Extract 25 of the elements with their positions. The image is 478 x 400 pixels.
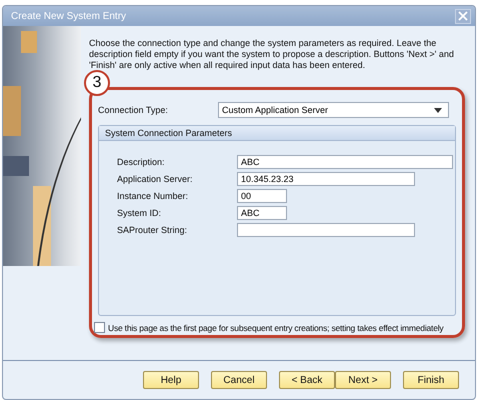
field-label: System ID: (117, 208, 162, 218)
connection-type-label: Connection Type: (98, 105, 169, 115)
dialog-button[interactable]: < Back (279, 371, 335, 389)
input-field[interactable]: ABC (237, 206, 287, 220)
field-label: Instance Number: (117, 191, 190, 201)
checkbox[interactable] (94, 322, 105, 333)
field-label: Description: (117, 157, 166, 167)
input-field[interactable]: ABC (237, 155, 453, 169)
dialog-button[interactable]: Finish (403, 371, 459, 389)
input-field[interactable] (237, 223, 415, 237)
input-field[interactable]: 10.345.23.23 (237, 172, 415, 186)
dialog-button[interactable]: Help (143, 371, 199, 389)
caret-icon (434, 108, 442, 112)
connection-type-dropdown[interactable]: Custom Application Server (218, 102, 449, 118)
input-field[interactable]: 00 (237, 189, 287, 203)
field-label: SAProuter String: (117, 225, 188, 235)
dialog-button[interactable]: Cancel (211, 371, 267, 389)
step-number-badge: 3 (84, 70, 110, 96)
close-button[interactable] (455, 8, 471, 24)
instruction-text: Choose the connection type and change the system parameters as required. Leave the description field empty if you want the system to propose a description. Buttons 'Next >' and 'Finish' are only active when all required input data has been entered. (89, 38, 455, 71)
dialog-button[interactable]: Next > (335, 371, 391, 389)
group-title: System Connection Parameters (99, 126, 455, 141)
checkbox-label: Use this page as the first page for subsequent entry creations; setting takes effect immediately (108, 322, 444, 332)
field-label: Application Server: (117, 174, 194, 184)
window-title: Create New System Entry (11, 10, 126, 22)
